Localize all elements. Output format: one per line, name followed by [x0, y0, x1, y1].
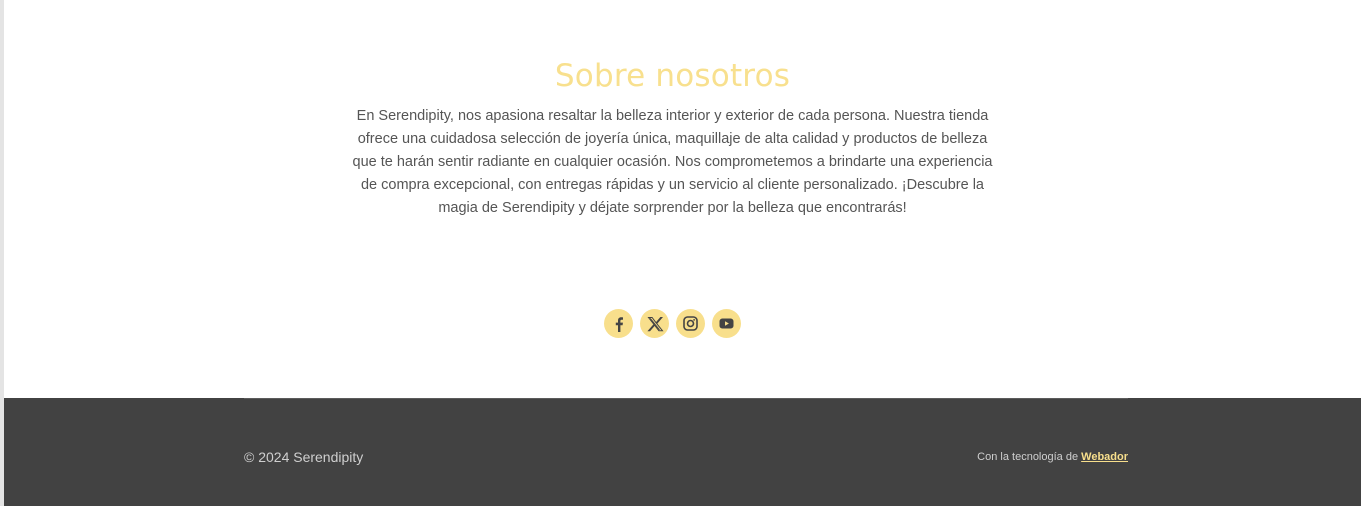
youtube-icon: [718, 315, 735, 332]
facebook-link[interactable]: [604, 309, 633, 338]
x-twitter-icon: [646, 315, 664, 333]
about-title: Sobre nosotros: [554, 58, 791, 94]
instagram-link[interactable]: [676, 309, 705, 338]
instagram-icon: [682, 315, 699, 332]
social-links: [604, 309, 741, 338]
powered-by-label: Con la tecnología de: [977, 451, 1082, 463]
facebook-icon: [611, 316, 627, 332]
footer: © 2024 Serendipity Con la tecnología de …: [4, 398, 1361, 506]
about-description: En Serendipity, nos apasiona resaltar la…: [352, 108, 993, 216]
about-section: Sobre nosotros En Serendipity, nos apasi…: [0, 0, 1361, 398]
page: Sobre nosotros En Serendipity, nos apasi…: [0, 0, 1361, 506]
webador-link[interactable]: Webador: [1081, 451, 1128, 463]
powered-by: Con la tecnología de Webador: [977, 450, 1128, 464]
footer-divider: [244, 398, 1128, 399]
youtube-link[interactable]: [712, 309, 741, 338]
x-twitter-link[interactable]: [640, 309, 669, 338]
copyright-text: © 2024 Serendipity: [244, 449, 364, 465]
